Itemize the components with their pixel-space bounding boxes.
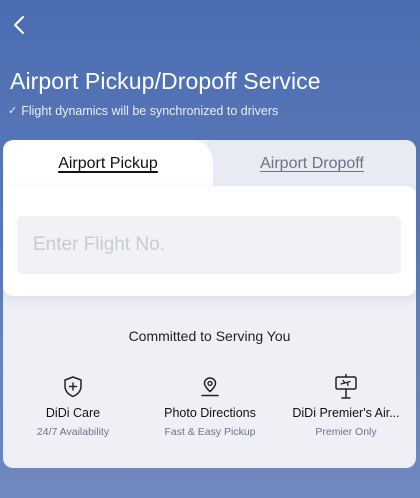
features-row: DiDi Care 24/7 Availability Photo Direct… xyxy=(3,372,416,452)
subtitle: ✓ Flight dynamics will be synchronized t… xyxy=(8,104,278,118)
feature-name: DiDi Premier's Air... xyxy=(292,406,400,420)
section-title: Committed to Serving You xyxy=(128,328,291,344)
feature-name: Photo Directions xyxy=(164,406,256,420)
feature-desc: Premier Only xyxy=(315,426,377,438)
airport-sign-icon xyxy=(335,373,357,399)
location-pin-icon xyxy=(201,377,219,397)
feature-name: DiDi Care xyxy=(45,406,101,420)
tab-airport-pickup[interactable]: Airport Pickup xyxy=(3,140,213,188)
shield-plus-icon xyxy=(64,376,82,398)
feature-didi-premier[interactable]: DiDi Premier's Air... Premier Only xyxy=(276,372,416,438)
tab-airport-dropoff-label: Airport Dropoff xyxy=(260,155,364,172)
feature-desc: 24/7 Availability xyxy=(36,426,110,438)
feature-desc: Fast & Easy Pickup xyxy=(164,426,256,438)
feature-didi-care[interactable]: DiDi Care 24/7 Availability xyxy=(3,372,143,438)
subtitle-text: Flight dynamics will be synchronized to … xyxy=(21,104,279,118)
page-title: Airport Pickup/Dropoff Service xyxy=(10,68,321,94)
service-card: Airport Dropoff Airport Pickup Committed… xyxy=(3,140,416,468)
tab-airport-pickup-label: Airport Pickup xyxy=(58,155,158,172)
flight-panel xyxy=(3,186,416,296)
back-button[interactable] xyxy=(8,12,30,38)
flight-number-input[interactable] xyxy=(17,216,401,274)
tab-airport-dropoff[interactable]: Airport Dropoff xyxy=(208,140,416,188)
chevron-left-icon xyxy=(14,16,24,34)
check-icon: ✓ xyxy=(8,104,18,117)
feature-photo-directions[interactable]: Photo Directions Fast & Easy Pickup xyxy=(140,372,280,438)
